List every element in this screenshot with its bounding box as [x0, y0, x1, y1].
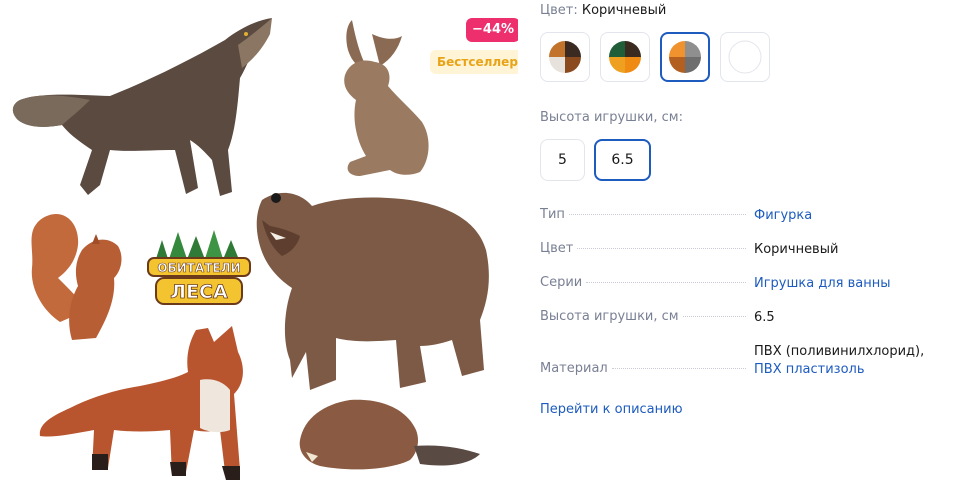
spec-value-link[interactable]: Игрушка для ванны — [754, 276, 891, 291]
height-options: 5 6.5 — [540, 139, 651, 181]
spec-label: Тип — [540, 207, 750, 222]
spec-label: Серии — [540, 275, 750, 290]
color-swatch-green-orange[interactable] — [600, 32, 650, 82]
spec-value: Коричневый — [754, 242, 839, 257]
color-swatch-orange-grey[interactable] — [660, 32, 710, 82]
spec-label: Материал — [540, 361, 750, 376]
color-swatch-white[interactable] — [720, 32, 770, 82]
height-label: Высота игрушки, см: — [540, 110, 683, 125]
hare-figure — [344, 20, 429, 176]
spec-label: Цвет — [540, 241, 750, 256]
squirrel-figure — [31, 214, 122, 340]
product-image[interactable]: ОБИТАТЕЛИ ЛЕСА −44% Бестселлер — [0, 0, 518, 490]
wolf-figure — [12, 18, 273, 196]
material-plain: ПВХ (поливинилхлорид), — [754, 344, 925, 359]
bear-figure — [256, 192, 489, 390]
swatch-pie-icon — [609, 41, 641, 73]
logo-line1: ОБИТАТЕЛИ — [157, 261, 240, 275]
spec-value: ПВХ (поливинилхлорид), ПВХ пластизоль — [754, 343, 954, 379]
swatch-pie-icon — [549, 41, 581, 73]
color-label: Цвет: Коричневый — [540, 3, 666, 18]
color-label-value: Коричневый — [581, 3, 667, 18]
spec-value-link[interactable]: Фигурка — [754, 208, 812, 223]
color-swatches — [540, 32, 770, 82]
product-options-panel: Цвет: Коричневый Высота игрушки, см: 5 6… — [540, 0, 960, 490]
fox-figure — [39, 326, 243, 480]
swatch-pie-icon — [669, 41, 701, 73]
beaver-figure — [299, 399, 480, 470]
forest-dwellers-logo: ОБИТАТЕЛИ ЛЕСА — [147, 230, 251, 305]
logo-line2: ЛЕСА — [170, 281, 228, 303]
color-label-key: Цвет: — [540, 3, 578, 18]
spec-label: Высота игрушки, см — [540, 309, 750, 324]
color-swatch-brown-black-orange[interactable] — [540, 32, 590, 82]
discount-badge: −44% — [466, 18, 518, 42]
material-link[interactable]: ПВХ пластизоль — [754, 362, 865, 377]
spec-value: 6.5 — [754, 310, 775, 325]
goto-description-link[interactable]: Перейти к описанию — [540, 402, 683, 417]
height-option-6-5[interactable]: 6.5 — [594, 139, 651, 181]
swatch-circle-icon — [728, 40, 762, 74]
bestseller-badge: Бестселлер — [430, 50, 518, 74]
height-option-5[interactable]: 5 — [540, 139, 585, 181]
